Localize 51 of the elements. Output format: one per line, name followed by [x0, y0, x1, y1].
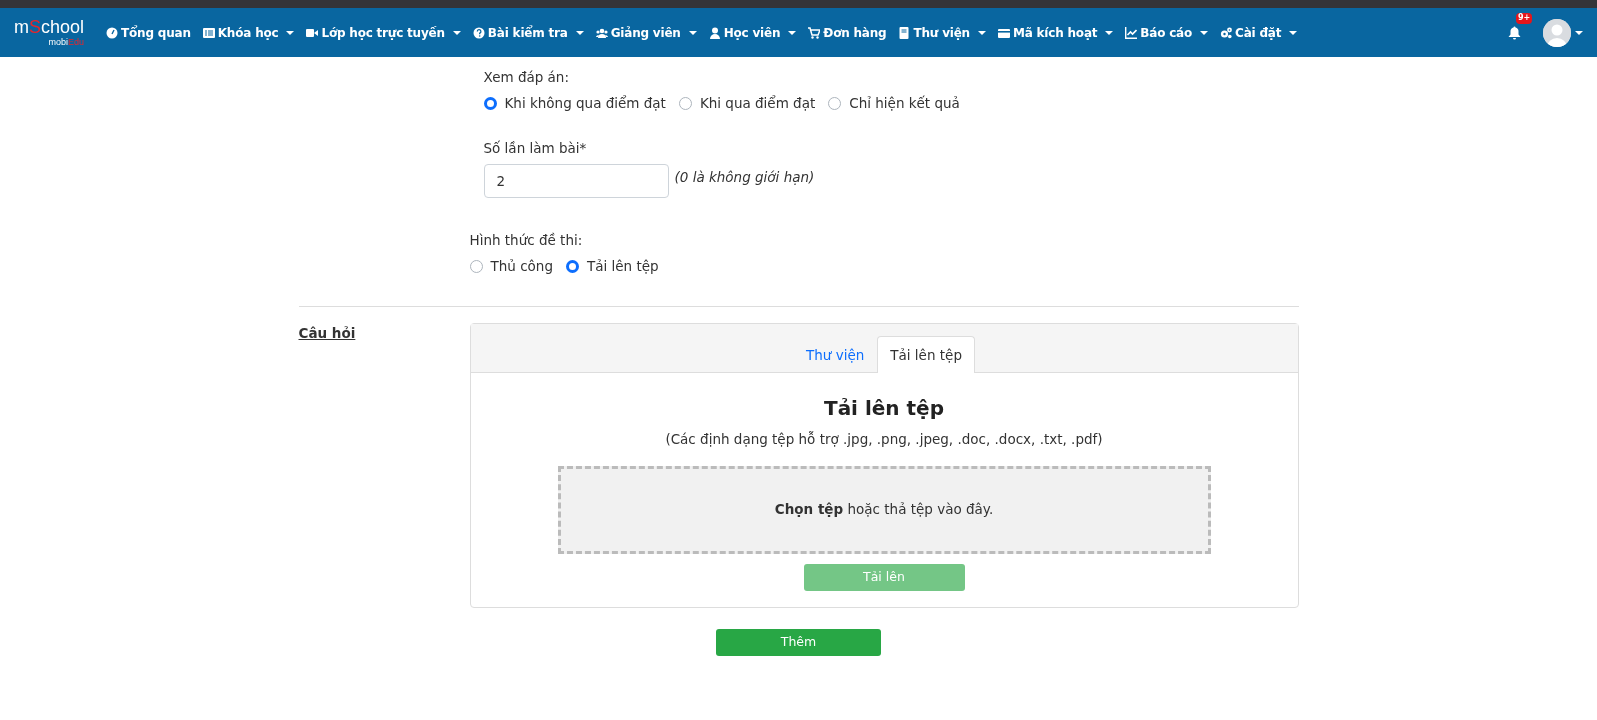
- radio-option[interactable]: Chỉ hiện kết quả: [828, 93, 960, 114]
- list-icon: [202, 26, 215, 39]
- cart-icon: [808, 26, 821, 39]
- radio-option[interactable]: Khi qua điểm đạt: [678, 93, 816, 114]
- radio-button[interactable]: [678, 96, 692, 110]
- tab[interactable]: Thư viện: [793, 336, 878, 374]
- nav-menu-item[interactable]: Cài đặt: [1214, 23, 1304, 42]
- bell-icon[interactable]: [1508, 26, 1521, 41]
- upload-title: Tải lên tệp: [823, 395, 945, 423]
- tab[interactable]: Tải lên tệp: [877, 336, 975, 374]
- question-icon: [472, 26, 485, 39]
- credit-card-icon: [997, 26, 1010, 39]
- nav-menu-item[interactable]: Giảng viên: [589, 23, 703, 42]
- gears-icon: [1220, 26, 1233, 39]
- field-label: Hình thức đề thi:: [469, 230, 584, 250]
- nav-menu-item[interactable]: Lớp học trực tuyến: [300, 23, 467, 42]
- radio-option[interactable]: Tải lên tệp: [565, 256, 659, 277]
- radio-button[interactable]: [828, 96, 842, 110]
- nav-menu-item[interactable]: Đơn hàng: [802, 23, 893, 42]
- hint-text: (0 là không giới hạn): [674, 167, 815, 187]
- nav-menu-item[interactable]: Mã kích hoạt: [991, 23, 1120, 42]
- dashboard-icon: [106, 26, 119, 39]
- file-dropzone[interactable]: Chọn tệp hoặc thả tệp vào đây.: [557, 465, 1211, 554]
- users-icon: [595, 26, 608, 39]
- nav-menu-item[interactable]: Học viên: [702, 23, 803, 42]
- add-button[interactable]: Thêm: [716, 628, 881, 656]
- radio-option[interactable]: Khi không qua điểm đạt: [483, 93, 666, 114]
- radio-button[interactable]: [483, 96, 497, 110]
- nav-menu-item[interactable]: Bài kiểm tra: [466, 23, 590, 42]
- logo-text: mSchool: [14, 18, 85, 36]
- formats-text: (Các định dạng tệp hỗ trợ .jpg, .png, .jpeg, .doc, .docx, .txt, .pdf): [664, 430, 1104, 450]
- section-label: Câu hỏi: [298, 325, 356, 342]
- avatar-silhouette-icon: [1543, 18, 1571, 47]
- attempts-input-field[interactable]: 2: [483, 163, 669, 198]
- user-icon: [708, 26, 721, 39]
- nav-menu-item[interactable]: Báo cáo: [1119, 23, 1215, 42]
- video-camera-icon: [306, 26, 319, 39]
- field-label: Số lần làm bài*: [483, 138, 588, 158]
- nav-menu-item[interactable]: Thư viện: [892, 23, 992, 42]
- avatar-menu[interactable]: [1543, 18, 1583, 47]
- nav-menu-item[interactable]: Khóa học: [196, 23, 301, 42]
- logo-subtext: mobiEdu: [47, 38, 85, 47]
- line-chart-icon: [1125, 26, 1138, 39]
- notification-badge: 9+: [1516, 13, 1533, 25]
- field-label: Xem đáp án:: [483, 68, 570, 87]
- radio-option[interactable]: Thủ công: [469, 256, 553, 277]
- radio-button[interactable]: [469, 259, 483, 273]
- radio-button[interactable]: [565, 259, 579, 273]
- nav-menu-item[interactable]: Tổng quan: [100, 23, 197, 42]
- book-icon: [898, 26, 911, 39]
- dropzone-text: Chọn tệp hoặc thả tệp vào đây.: [774, 500, 994, 520]
